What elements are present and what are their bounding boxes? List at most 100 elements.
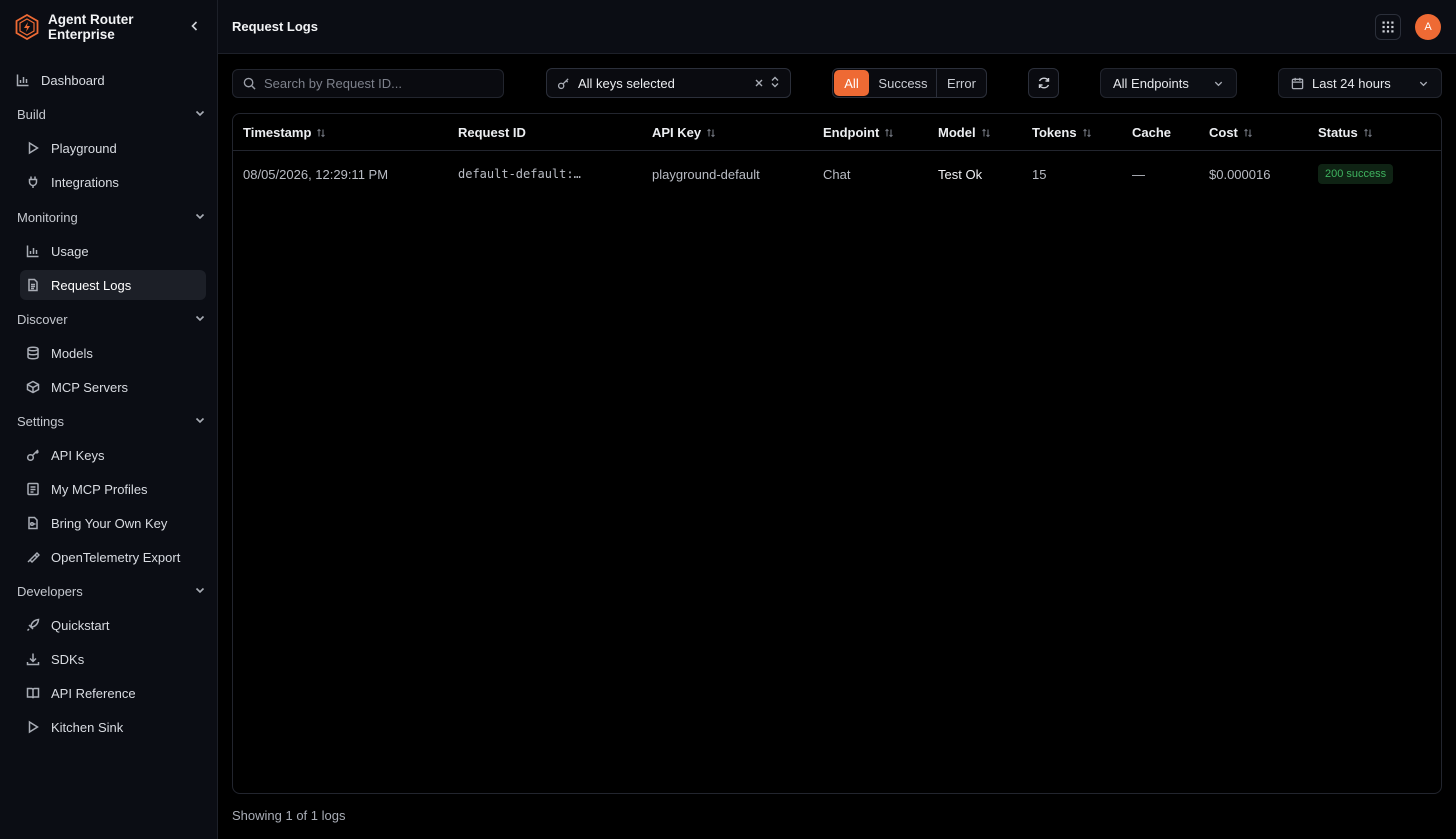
- status-filter-success[interactable]: Success: [870, 69, 936, 97]
- brand: Agent Router Enterprise: [0, 0, 217, 54]
- sidebar-item-my-mcp-profiles[interactable]: My MCP Profiles: [20, 474, 206, 504]
- sidebar-item-api-keys[interactable]: API Keys: [20, 440, 206, 470]
- section-developers[interactable]: Developers: [10, 577, 206, 605]
- column-header-request-id: Request ID: [458, 114, 526, 151]
- sidebar-item-sdks[interactable]: SDKs: [20, 644, 206, 674]
- key-icon: [26, 448, 40, 462]
- sidebar-item-label: API Reference: [51, 685, 136, 701]
- chevrons-up-down-icon: [770, 76, 780, 91]
- cell-request-id: default-default:…: [458, 167, 581, 181]
- column-label: Model: [938, 125, 976, 140]
- sidebar-item-label: SDKs: [51, 651, 85, 667]
- sidebar-item-opentelemetry-export[interactable]: OpenTelemetry Export: [20, 542, 206, 572]
- download-icon: [26, 652, 40, 666]
- section-label: Build: [17, 106, 46, 122]
- box-icon: [26, 380, 40, 394]
- sidebar-item-request-logs[interactable]: Request Logs: [20, 270, 206, 300]
- sidebar: Agent Router Enterprise Dashboard Build …: [0, 0, 218, 839]
- key-icon: [557, 77, 569, 89]
- file-text-icon: [26, 278, 40, 292]
- column-label: Tokens: [1032, 125, 1077, 140]
- column-header-api-key[interactable]: API Key: [652, 114, 716, 151]
- table-row[interactable]: 08/05/2026, 12:29:11 PM default-default:…: [233, 152, 1441, 196]
- sort-icon: [884, 128, 894, 138]
- sidebar-item-label: MCP Servers: [51, 379, 129, 395]
- cell-model: Test Ok: [938, 166, 983, 182]
- book-open-icon: [26, 686, 40, 700]
- api-key-selector[interactable]: All keys selected: [546, 68, 791, 98]
- sidebar-item-bring-your-own-key[interactable]: Bring Your Own Key: [20, 508, 206, 538]
- column-header-cache: Cache: [1132, 114, 1171, 151]
- column-label: Timestamp: [243, 125, 312, 140]
- sidebar-item-label: Playground: [51, 140, 117, 156]
- column-header-status[interactable]: Status: [1318, 114, 1373, 151]
- calendar-icon: [1291, 77, 1304, 89]
- sidebar-item-quickstart[interactable]: Quickstart: [20, 610, 206, 640]
- grid-icon: [1382, 21, 1394, 33]
- avatar[interactable]: A: [1415, 14, 1441, 40]
- endpoint-select-label: All Endpoints: [1113, 75, 1189, 91]
- status-filter: All Success Error: [832, 68, 987, 98]
- play-icon: [26, 141, 40, 155]
- section-build[interactable]: Build: [10, 100, 206, 128]
- section-label: Discover: [17, 311, 68, 327]
- sidebar-item-dashboard[interactable]: Dashboard: [10, 65, 196, 95]
- cell-endpoint: Chat: [823, 166, 851, 182]
- list-box-icon: [26, 482, 40, 496]
- pagination-summary: Showing 1 of 1 logs: [232, 808, 346, 823]
- column-header-tokens[interactable]: Tokens: [1032, 114, 1092, 151]
- cell-api-key: playground-default: [652, 166, 760, 182]
- section-monitoring[interactable]: Monitoring: [10, 203, 206, 231]
- sort-icon: [706, 128, 716, 138]
- play-icon: [26, 720, 40, 734]
- sidebar-item-label: Request Logs: [51, 277, 132, 293]
- sidebar-item-label: Kitchen Sink: [51, 719, 124, 735]
- sort-icon: [1082, 128, 1092, 138]
- sidebar-item-label: Models: [51, 345, 93, 361]
- telescope-icon: [26, 550, 40, 564]
- endpoint-select[interactable]: All Endpoints: [1100, 68, 1237, 98]
- status-filter-error[interactable]: Error: [936, 69, 986, 97]
- column-header-cost[interactable]: Cost: [1209, 114, 1253, 151]
- sidebar-item-label: Quickstart: [51, 617, 110, 633]
- apps-grid-button[interactable]: [1375, 14, 1401, 40]
- chevron-down-icon: [194, 584, 206, 599]
- chevron-down-icon: [194, 210, 206, 225]
- column-label: Status: [1318, 125, 1358, 140]
- sidebar-item-kitchen-sink[interactable]: Kitchen Sink: [20, 712, 206, 742]
- sidebar-item-api-reference[interactable]: API Reference: [20, 678, 206, 708]
- sidebar-item-models[interactable]: Models: [20, 338, 206, 368]
- logs-table: Timestamp Request ID API Key Endpoint Mo…: [232, 113, 1442, 794]
- column-header-model[interactable]: Model: [938, 114, 991, 151]
- refresh-icon: [1038, 77, 1049, 89]
- column-header-timestamp[interactable]: Timestamp: [243, 114, 326, 151]
- section-label: Monitoring: [17, 209, 78, 225]
- time-range-select[interactable]: Last 24 hours: [1278, 68, 1442, 98]
- bar-chart-icon: [16, 73, 30, 87]
- search-icon: [243, 77, 256, 90]
- api-key-selector-label: All keys selected: [578, 75, 675, 91]
- sidebar-item-label: OpenTelemetry Export: [51, 549, 181, 565]
- sidebar-item-usage[interactable]: Usage: [20, 236, 206, 266]
- section-label: Settings: [17, 413, 64, 429]
- section-label: Developers: [17, 583, 83, 599]
- chevron-down-icon: [194, 414, 206, 429]
- sidebar-item-label: Usage: [51, 243, 89, 259]
- top-header: Request Logs A: [218, 0, 1456, 54]
- logo-icon: [15, 14, 39, 40]
- collapse-sidebar-icon[interactable]: [187, 19, 203, 35]
- column-label: Endpoint: [823, 125, 880, 140]
- sidebar-item-label: Integrations: [51, 174, 119, 190]
- sidebar-item-label: API Keys: [51, 447, 105, 463]
- clear-selection-icon[interactable]: [754, 76, 764, 91]
- sidebar-item-mcp-servers[interactable]: MCP Servers: [20, 372, 206, 402]
- column-header-endpoint[interactable]: Endpoint: [823, 114, 894, 151]
- sidebar-item-playground[interactable]: Playground: [20, 133, 206, 163]
- section-settings[interactable]: Settings: [10, 407, 206, 435]
- status-filter-all[interactable]: All: [834, 70, 869, 96]
- refresh-button[interactable]: [1028, 68, 1059, 98]
- sidebar-item-integrations[interactable]: Integrations: [20, 167, 206, 197]
- search-box[interactable]: [232, 69, 504, 98]
- section-discover[interactable]: Discover: [10, 305, 206, 333]
- search-input[interactable]: [264, 76, 494, 91]
